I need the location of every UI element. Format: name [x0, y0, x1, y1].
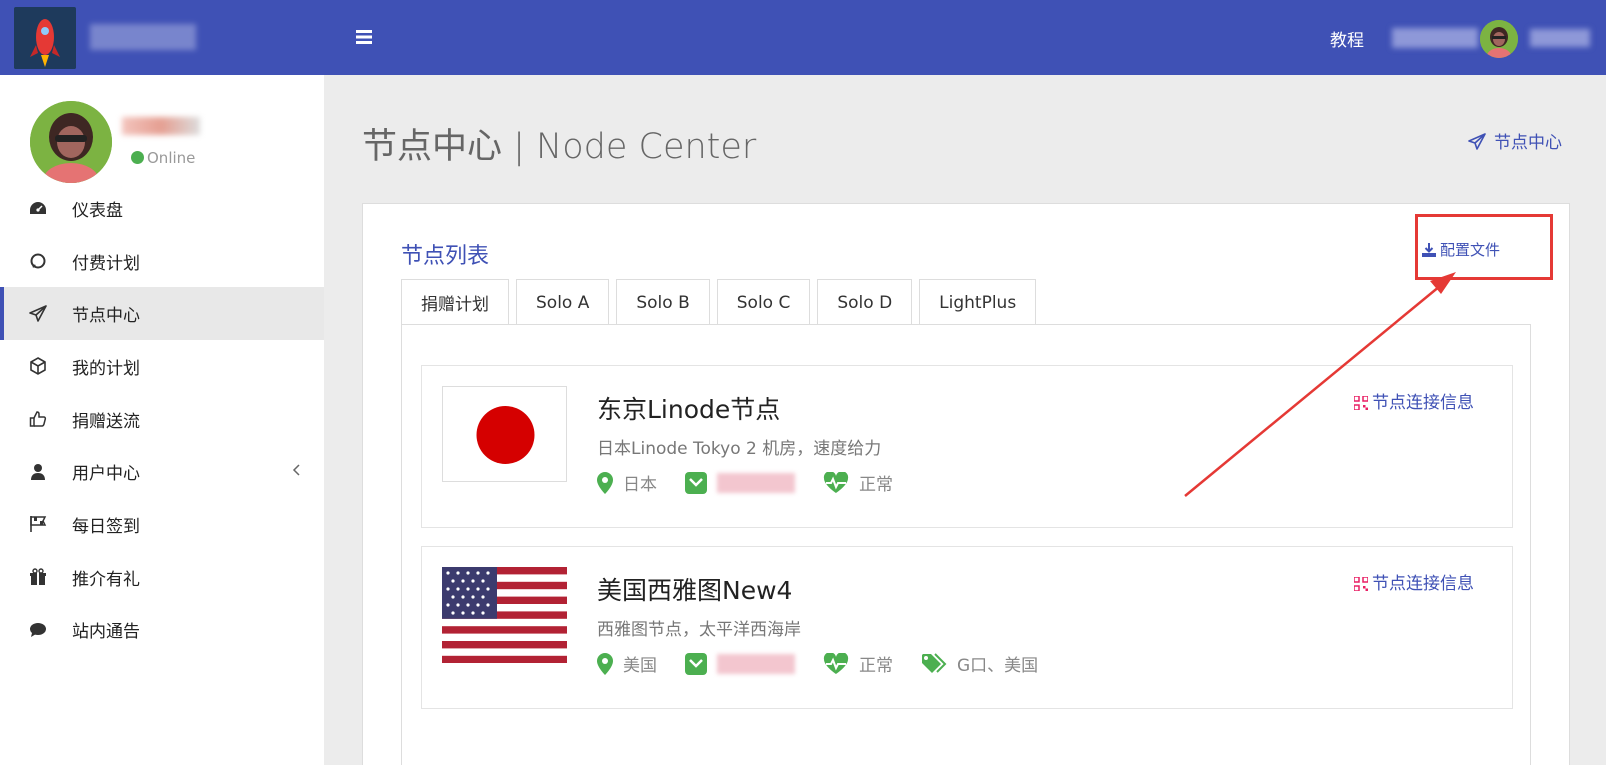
tab-lightplus[interactable]: LightPlus — [919, 279, 1037, 325]
traffic-value — [717, 472, 795, 493]
sidebar-item-checkin[interactable]: 每日签到 — [0, 498, 324, 551]
node-description: 西雅图节点，太平洋西海岸 — [597, 620, 801, 640]
plan-tabs: 捐赠计划 Solo A Solo B Solo C Solo D LightPl… — [401, 279, 1043, 325]
traffic-value — [717, 653, 795, 674]
tab-donation-plan[interactable]: 捐赠计划 — [401, 279, 509, 325]
sidebar-item-label: 我的计划 — [72, 358, 140, 379]
tab-solo-b[interactable]: Solo B — [616, 279, 710, 325]
tab-solo-c[interactable]: Solo C — [716, 279, 811, 325]
config-file-label: 配置文件 — [1440, 241, 1501, 259]
avatar[interactable] — [1480, 20, 1518, 58]
profile-name — [122, 117, 200, 135]
node-status: 正常 — [823, 651, 893, 676]
node-location: 日本 — [597, 470, 657, 495]
breadcrumb-label: 节点中心 — [1494, 133, 1562, 153]
heartbeat-icon — [823, 471, 849, 493]
paper-plane-icon — [28, 304, 48, 324]
online-status: Online — [131, 149, 195, 167]
sidebar-item-user-center[interactable]: 用户中心 — [0, 445, 324, 498]
node-connect-info-button[interactable]: 节点连接信息 — [1353, 388, 1474, 413]
config-file-button[interactable]: 配置文件 — [1422, 239, 1500, 260]
node-name: 东京Linode节点 — [597, 395, 781, 424]
node-item: 东京Linode节点 日本Linode Tokyo 2 机房，速度给力 日本 正… — [421, 365, 1513, 528]
bars-icon[interactable] — [356, 26, 376, 48]
node-traffic — [685, 652, 795, 675]
gift-icon — [28, 567, 48, 587]
comment-icon — [28, 620, 48, 640]
qrcode-icon — [1353, 395, 1369, 411]
sidebar-item-announcements[interactable]: 站内通告 — [0, 604, 324, 657]
sidebar: Online 仪表盘 付费计划 节点中心 我的计划 捐赠送流 用户中心 每日签到… — [0, 75, 324, 765]
tab-solo-d[interactable]: Solo D — [817, 279, 913, 325]
site-name — [90, 24, 196, 50]
tab-solo-a[interactable]: Solo A — [516, 279, 610, 325]
node-traffic — [685, 471, 795, 494]
map-marker-icon — [597, 652, 613, 675]
flag-checkered-icon — [28, 514, 48, 534]
sidebar-item-label: 仪表盘 — [72, 200, 123, 221]
node-description: 日本Linode Tokyo 2 机房，速度给力 — [597, 439, 882, 459]
sidebar-item-paid-plan[interactable]: 付费计划 — [0, 235, 324, 288]
sidebar-item-label: 捐赠送流 — [72, 411, 140, 432]
map-marker-icon — [597, 471, 613, 494]
node-list-card: 节点列表 配置文件 捐赠计划 Solo A Solo B Solo C Solo… — [362, 203, 1570, 765]
paper-plane-icon — [1468, 133, 1486, 150]
sidebar-item-node-center[interactable]: 节点中心 — [0, 287, 324, 341]
download-icon — [1422, 243, 1436, 257]
shield-check-icon — [685, 471, 707, 494]
site-logo[interactable] — [14, 7, 76, 69]
qrcode-icon — [1353, 576, 1369, 592]
sidebar-item-donate[interactable]: 捐赠送流 — [0, 393, 324, 446]
node-connect-info-button[interactable]: 节点连接信息 — [1353, 569, 1474, 594]
japan-flag-icon — [442, 386, 567, 482]
profile-avatar — [30, 101, 112, 183]
status-dot-icon — [131, 151, 144, 164]
node-location: 美国 — [597, 651, 657, 676]
user-name[interactable] — [1392, 28, 1478, 48]
heartbeat-icon — [823, 652, 849, 674]
tab-panel: 东京Linode节点 日本Linode Tokyo 2 机房，速度给力 日本 正… — [401, 324, 1531, 765]
sidebar-item-label: 付费计划 — [72, 253, 140, 274]
page-title: 节点中心 | Node Center — [362, 127, 757, 167]
sidebar-item-label: 每日签到 — [72, 516, 140, 537]
node-name: 美国西雅图New4 — [597, 576, 793, 605]
sidebar-item-label: 节点中心 — [72, 306, 140, 327]
chevron-left-icon — [292, 461, 300, 480]
sidebar-item-label: 用户中心 — [72, 464, 140, 485]
user-email — [1530, 29, 1590, 47]
usa-flag-icon — [442, 567, 567, 663]
dashboard-icon — [28, 198, 48, 218]
sidebar-item-label: 站内通告 — [72, 622, 140, 643]
node-meta: 日本 正常 — [597, 470, 921, 495]
shield-check-icon — [685, 652, 707, 675]
node-meta: 美国 正常 G口、美国 — [597, 651, 1066, 676]
sidebar-item-dashboard[interactable]: 仪表盘 — [0, 182, 324, 235]
cube-icon — [28, 356, 48, 376]
tags-icon — [922, 652, 947, 673]
card-title: 节点列表 — [401, 244, 490, 269]
top-navbar: 教程 — [0, 0, 1606, 75]
refresh-icon — [28, 251, 48, 271]
breadcrumb[interactable]: 节点中心 — [1468, 128, 1562, 153]
sidebar-item-referral[interactable]: 推介有礼 — [0, 551, 324, 604]
thumbs-up-icon — [28, 409, 48, 429]
node-tags: G口、美国 — [921, 651, 1038, 676]
node-status: 正常 — [823, 470, 893, 495]
tutorial-link[interactable]: 教程 — [1330, 26, 1364, 51]
node-item: 美国西雅图New4 西雅图节点，太平洋西海岸 美国 正常 G口、美国 节点连接信… — [421, 546, 1513, 709]
sidebar-item-my-plan[interactable]: 我的计划 — [0, 340, 324, 393]
user-icon — [28, 462, 48, 482]
sidebar-item-label: 推介有礼 — [72, 569, 140, 590]
sidebar-nav: 仪表盘 付费计划 节点中心 我的计划 捐赠送流 用户中心 每日签到 推介有礼 站… — [0, 182, 324, 656]
